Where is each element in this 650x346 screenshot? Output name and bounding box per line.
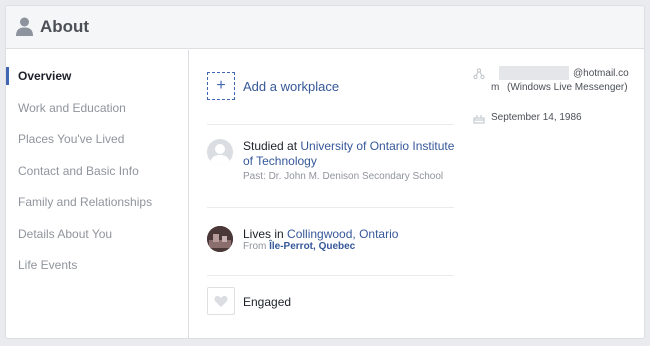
sidebar-item-overview[interactable]: Overview — [6, 65, 188, 87]
about-card: About Overview Work and Education Places… — [5, 5, 645, 339]
residence-prefix: Lives in — [243, 227, 288, 241]
messenger-icon — [473, 68, 485, 80]
contact-column: @hotmail.co m (Windows Live Messenger) S… — [461, 50, 644, 338]
user-icon — [16, 17, 33, 36]
city-photo-image — [207, 226, 233, 252]
email-domain-end: m — [491, 82, 500, 93]
add-workplace-icon[interactable]: + — [207, 72, 235, 100]
sidebar-item-details-about-you[interactable]: Details About You — [6, 223, 188, 245]
page-title: About — [40, 17, 90, 36]
school-avatar[interactable] — [207, 139, 233, 165]
relationship-status: Engaged — [243, 295, 292, 309]
past-education-line: Past: Dr. John M. Denison Secondary Scho… — [243, 170, 443, 183]
sidebar-item-places-lived[interactable]: Places You've Lived — [6, 128, 188, 150]
sidebar-item-work-education[interactable]: Work and Education — [6, 97, 188, 119]
sidebar-item-life-events[interactable]: Life Events — [6, 254, 188, 276]
email-domain: @hotmail.co — [573, 68, 629, 79]
heart-icon — [214, 296, 228, 307]
hometown-line: From Île-Perrot, Quebec — [243, 240, 355, 253]
relationship-icon-box — [207, 287, 235, 315]
about-sidebar: Overview Work and Education Places You'v… — [6, 50, 189, 338]
sidebar-item-contact-info[interactable]: Contact and Basic Info — [6, 160, 188, 182]
divider — [207, 207, 454, 208]
birthday-cake-icon — [473, 115, 485, 124]
education-line: Studied at University of Ontario Institu… — [243, 139, 458, 169]
hometown-prefix: From — [243, 241, 270, 252]
sidebar-item-family-relationships[interactable]: Family and Relationships — [6, 191, 188, 213]
overview-main: + Add a workplace Studied at University … — [190, 50, 460, 338]
redacted-email-username — [499, 66, 569, 80]
add-workplace-link[interactable]: Add a workplace — [243, 79, 339, 94]
divider — [207, 275, 454, 276]
current-city-link[interactable]: Collingwood, Ontario — [287, 227, 398, 241]
school-placeholder-icon — [210, 144, 230, 165]
divider — [207, 124, 454, 125]
past-school: Dr. John M. Denison Secondary School — [268, 171, 444, 182]
email-service: (Windows Live Messenger) — [507, 82, 628, 93]
hometown-link[interactable]: Île-Perrot, Quebec — [269, 241, 355, 252]
past-prefix: Past: — [243, 171, 269, 182]
education-prefix: Studied at — [243, 139, 301, 153]
city-photo[interactable] — [207, 226, 233, 252]
birthday-text: September 14, 1986 — [491, 112, 582, 123]
about-header: About — [6, 6, 644, 49]
